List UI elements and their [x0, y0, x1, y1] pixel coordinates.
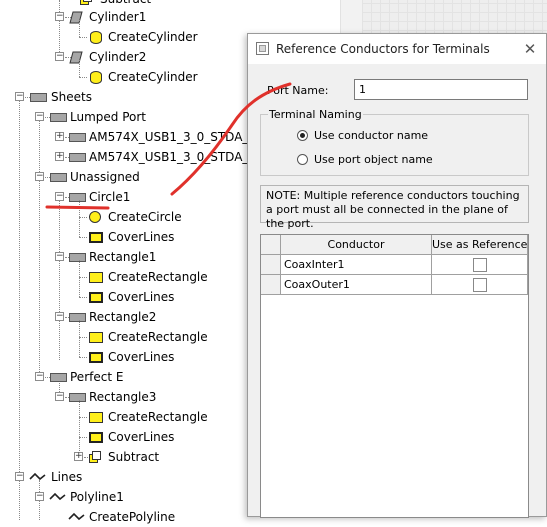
- rectangle-icon: [89, 332, 103, 343]
- terminal-naming-label: Terminal Naming: [268, 108, 363, 121]
- tree-item-label: Rectangle2: [89, 310, 157, 324]
- radio-use-port-object-name-label[interactable]: Use port object name: [314, 153, 433, 166]
- sheet-icon: [69, 313, 86, 322]
- note-text: NOTE: Multiple reference conductors touc…: [260, 185, 529, 230]
- cylinder-icon: [69, 51, 83, 64]
- create-cylinder-icon: [90, 71, 102, 84]
- conductor-table: Conductor Use as Reference CoaxInter1 Co…: [260, 234, 529, 518]
- tree-item-label: Subtract: [108, 450, 160, 464]
- tree-item-label: AM574X_USB1_3_0_STDA_S: [89, 150, 257, 164]
- collapse-toggle[interactable]: −: [35, 172, 44, 181]
- row-header[interactable]: [261, 275, 281, 295]
- row-header[interactable]: [261, 255, 281, 275]
- sheet-icon: [50, 173, 67, 182]
- cover-lines-icon: [89, 352, 103, 363]
- collapse-toggle[interactable]: −: [35, 492, 44, 501]
- tree-item-label: CreateRectangle: [108, 270, 208, 284]
- reference-conductors-dialog: Reference Conductors for Terminals ✕ Por…: [247, 33, 547, 518]
- tree-item-label: Circle1: [89, 190, 131, 204]
- tree-item-label: CoverLines: [108, 430, 175, 444]
- tree-item-label: Sheets: [51, 90, 92, 104]
- tree-item-label: CreateRectangle: [108, 330, 208, 344]
- collapse-toggle[interactable]: −: [55, 12, 64, 21]
- tree-item-label: Lumped Port: [70, 110, 146, 124]
- table-row-conductor[interactable]: CoaxOuter1: [281, 275, 432, 295]
- collapse-toggle[interactable]: −: [55, 392, 64, 401]
- table-corner-cell: [261, 235, 281, 255]
- rectangle-icon: [89, 272, 103, 283]
- column-header-conductor[interactable]: Conductor: [281, 235, 432, 255]
- cylinder-icon: [69, 11, 83, 24]
- tree-item-label: CreatePolyline: [89, 510, 176, 524]
- table-row-reference-cell: [432, 255, 528, 275]
- table-row-conductor[interactable]: CoaxInter1: [281, 255, 432, 275]
- expand-toggle[interactable]: +: [74, 452, 83, 461]
- tree-item-label: CreateRectangle: [108, 410, 208, 424]
- circle-icon: [89, 211, 101, 223]
- column-header-use-as-reference[interactable]: Use as Reference: [432, 235, 528, 255]
- collapse-toggle[interactable]: −: [35, 112, 44, 121]
- collapse-toggle[interactable]: −: [55, 52, 64, 61]
- port-name-label: Port Name:: [267, 84, 329, 97]
- tree-item-label: Lines: [51, 470, 83, 484]
- tree-item-label: Unassigned: [70, 170, 140, 184]
- cover-lines-icon: [89, 292, 103, 303]
- tree-item-label: Rectangle3: [89, 390, 157, 404]
- sheet-icon: [69, 253, 86, 262]
- polyline-icon: [68, 512, 85, 521]
- tree-item-label: AM574X_USB1_3_0_STDA_S: [89, 130, 257, 144]
- tree-item-label: CoverLines: [108, 230, 175, 244]
- expand-toggle[interactable]: +: [55, 132, 64, 141]
- sheet-icon: [30, 93, 47, 102]
- collapse-toggle[interactable]: −: [15, 92, 24, 101]
- radio-use-port-object-name[interactable]: [297, 154, 308, 165]
- collapse-toggle[interactable]: −: [55, 252, 64, 261]
- use-as-reference-checkbox[interactable]: [473, 278, 487, 292]
- tree-item-label: CoverLines: [108, 290, 175, 304]
- table-row-reference-cell: [432, 275, 528, 295]
- tree-item-label: CreateCircle: [108, 210, 182, 224]
- dialog-app-icon: [256, 42, 269, 55]
- tree-item-label: CreateCylinder: [108, 70, 198, 84]
- tree-item-label: CreateCylinder: [108, 30, 198, 44]
- dialog-titlebar[interactable]: Reference Conductors for Terminals ✕: [248, 34, 546, 64]
- tree-item-label: Cylinder2: [89, 50, 147, 64]
- line-icon: [29, 472, 46, 481]
- tree-item-label: Rectangle1: [89, 250, 157, 264]
- tree-item-cylinder1[interactable]: − Cylinder1: [0, 7, 340, 27]
- dialog-title: Reference Conductors for Terminals: [276, 42, 490, 56]
- collapse-toggle[interactable]: −: [55, 192, 64, 201]
- sheet-icon: [69, 393, 86, 402]
- sheet-icon: [69, 153, 86, 162]
- tree-item-label: Cylinder1: [89, 10, 147, 24]
- radio-use-conductor-name[interactable]: [297, 130, 308, 141]
- collapse-toggle[interactable]: −: [55, 312, 64, 321]
- sheet-icon: [50, 373, 67, 382]
- expand-toggle[interactable]: +: [55, 152, 64, 161]
- line-icon: [49, 492, 66, 501]
- tree-item-label: Perfect E: [70, 370, 124, 384]
- close-icon[interactable]: ✕: [520, 39, 540, 59]
- port-name-input[interactable]: 1: [354, 79, 528, 100]
- collapse-toggle[interactable]: −: [15, 472, 24, 481]
- terminal-naming-group: [260, 114, 529, 176]
- use-as-reference-checkbox[interactable]: [473, 258, 487, 272]
- sheet-icon: [50, 113, 67, 122]
- cover-lines-icon: [89, 432, 103, 443]
- sheet-icon: [69, 193, 86, 202]
- subtract-icon: [89, 451, 101, 463]
- subtract-icon: [80, 0, 92, 5]
- collapse-toggle[interactable]: −: [35, 372, 44, 381]
- radio-use-conductor-name-label[interactable]: Use conductor name: [314, 129, 428, 142]
- sheet-icon: [69, 133, 86, 142]
- tree-item-label: Polyline1: [70, 490, 124, 504]
- rectangle-icon: [89, 412, 103, 423]
- create-cylinder-icon: [90, 31, 102, 44]
- cover-lines-icon: [89, 232, 103, 243]
- tree-item-label: CoverLines: [108, 350, 175, 364]
